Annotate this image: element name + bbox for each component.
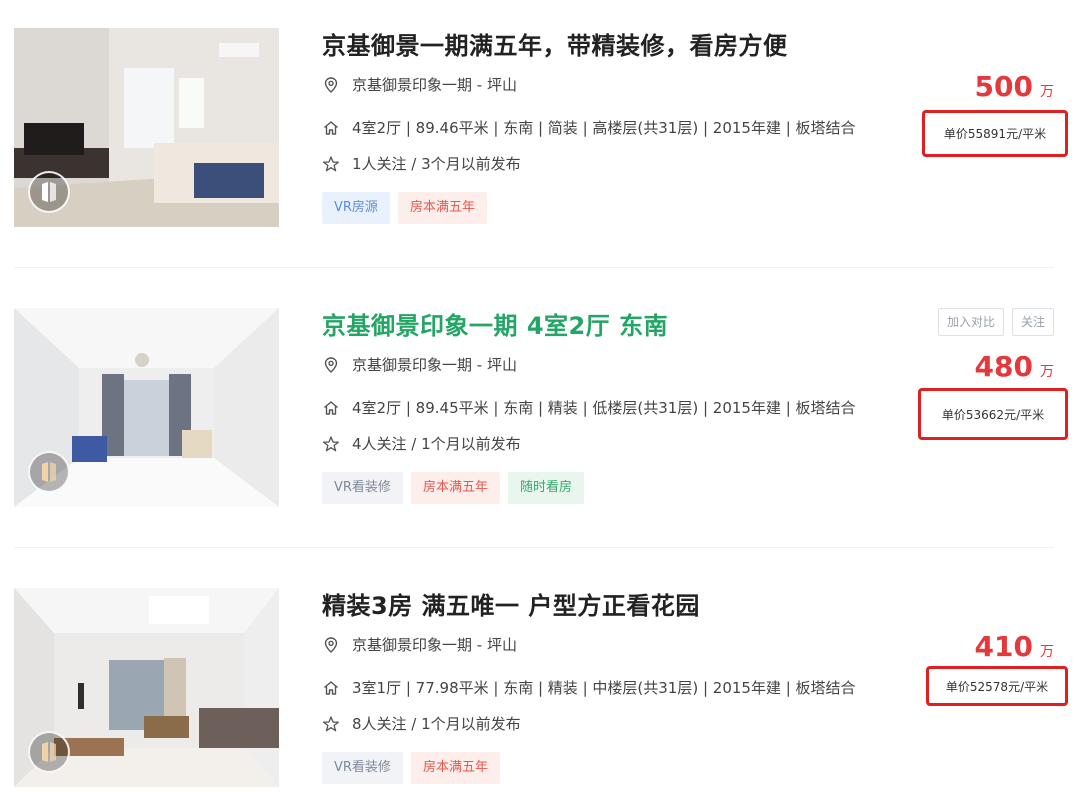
listing-card[interactable]: 精装3房 满五唯一 户型方正看花园 京基御景印象一期 - 坪山 3室1厅 | 7…	[0, 560, 1080, 795]
unit-price: 单价55891元/平米	[922, 110, 1068, 157]
house-info-text: 4室2厅 | 89.45平米 | 东南 | 精装 | 低楼层(共31层) | 2…	[352, 399, 856, 417]
unit-price: 单价52578元/平米	[926, 666, 1068, 706]
total-price: 480 万	[975, 350, 1054, 383]
location-pin-icon	[322, 636, 340, 654]
listing-photo[interactable]	[14, 28, 279, 227]
tag-vr-decoration: VR看装修	[322, 472, 403, 504]
price-value: 410	[974, 630, 1033, 663]
location-text[interactable]: 京基御景印象一期 - 坪山	[352, 354, 517, 375]
tag-five-years: 房本满五年	[397, 192, 487, 224]
location-pin-icon	[322, 76, 340, 94]
location-text[interactable]: 京基御景印象一期 - 坪山	[352, 74, 517, 95]
tag-list: VR看装修 房本满五年	[322, 752, 500, 784]
follow-line: 8人关注 / 1个月以前发布	[322, 713, 521, 734]
vr-badge-icon	[28, 171, 70, 213]
house-icon	[322, 119, 340, 137]
price-value: 480	[974, 350, 1033, 383]
listing-title[interactable]: 精装3房 满五唯一 户型方正看花园	[322, 586, 700, 621]
location-text[interactable]: 京基御景印象一期 - 坪山	[352, 634, 517, 655]
house-icon	[322, 399, 340, 417]
location-line[interactable]: 京基御景印象一期 - 坪山	[322, 634, 517, 655]
follow-text: 1人关注 / 3个月以前发布	[352, 155, 521, 173]
listing-card[interactable]: 京基御景一期满五年，带精装修，看房方便 京基御景印象一期 - 坪山 4室2厅 |…	[0, 0, 1080, 240]
price-unit: 万	[1040, 84, 1054, 100]
house-info-line: 3室1厅 | 77.98平米 | 东南 | 精装 | 中楼层(共31层) | 2…	[322, 677, 856, 698]
follow-button[interactable]: 关注	[1011, 308, 1054, 336]
star-icon	[322, 155, 340, 173]
divider	[14, 547, 1054, 548]
tag-vr: VR房源	[322, 192, 390, 224]
follow-line: 1人关注 / 3个月以前发布	[322, 153, 521, 174]
tag-list: VR看装修 房本满五年 随时看房	[322, 472, 584, 504]
location-pin-icon	[322, 356, 340, 374]
listing-photo[interactable]	[14, 308, 279, 507]
price-unit: 万	[1040, 364, 1054, 380]
follow-line: 4人关注 / 1个月以前发布	[322, 433, 521, 454]
star-icon	[322, 435, 340, 453]
action-buttons: 加入对比 关注	[937, 308, 1054, 336]
unit-price: 单价53662元/平米	[918, 388, 1068, 440]
listing-photo[interactable]	[14, 588, 279, 787]
star-icon	[322, 715, 340, 733]
divider	[14, 267, 1054, 268]
total-price: 500 万	[975, 70, 1054, 103]
house-info-line: 4室2厅 | 89.46平米 | 东南 | 简装 | 高楼层(共31层) | 2…	[322, 117, 856, 138]
listing-title[interactable]: 京基御景印象一期 4室2厅 东南	[322, 306, 668, 341]
house-info-text: 4室2厅 | 89.46平米 | 东南 | 简装 | 高楼层(共31层) | 2…	[352, 119, 856, 137]
listing-card[interactable]: 京基御景印象一期 4室2厅 东南 加入对比 关注 京基御景印象一期 - 坪山 4…	[0, 280, 1080, 520]
location-line[interactable]: 京基御景印象一期 - 坪山	[322, 74, 517, 95]
tag-list: VR房源 房本满五年	[322, 192, 487, 224]
follow-text: 8人关注 / 1个月以前发布	[352, 715, 521, 733]
total-price: 410 万	[975, 630, 1054, 663]
follow-text: 4人关注 / 1个月以前发布	[352, 435, 521, 453]
tag-anytime-viewing: 随时看房	[507, 472, 584, 504]
price-value: 500	[974, 70, 1033, 103]
tag-five-years: 房本满五年	[410, 472, 500, 504]
vr-badge-icon	[28, 451, 70, 493]
location-line[interactable]: 京基御景印象一期 - 坪山	[322, 354, 517, 375]
listing-title[interactable]: 京基御景一期满五年，带精装修，看房方便	[322, 26, 788, 61]
vr-badge-icon	[28, 731, 70, 773]
house-icon	[322, 679, 340, 697]
add-compare-button[interactable]: 加入对比	[937, 308, 1004, 336]
price-unit: 万	[1040, 644, 1054, 660]
house-info-text: 3室1厅 | 77.98平米 | 东南 | 精装 | 中楼层(共31层) | 2…	[352, 679, 856, 697]
tag-five-years: 房本满五年	[410, 752, 500, 784]
house-info-line: 4室2厅 | 89.45平米 | 东南 | 精装 | 低楼层(共31层) | 2…	[322, 397, 856, 418]
tag-vr-decoration: VR看装修	[322, 752, 403, 784]
